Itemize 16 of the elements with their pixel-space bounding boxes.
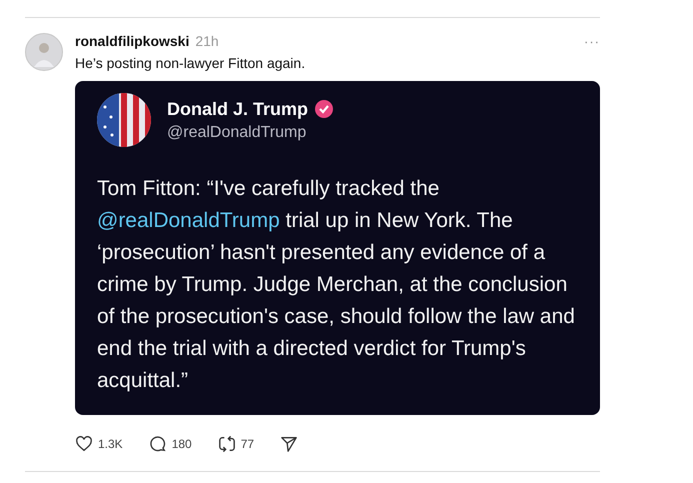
comment-icon[interactable] [148, 435, 167, 453]
username[interactable]: ronaldfilipkowski [75, 33, 190, 49]
author-name: Donald J. Trump [167, 98, 308, 120]
action-count: 1.3K [98, 437, 123, 451]
post-time: 21h [195, 33, 219, 49]
post-text: He’s posting non-lawyer Fitton again. [75, 55, 306, 71]
send-icon[interactable] [280, 435, 298, 453]
repost-icon[interactable] [218, 435, 236, 453]
heart-icon[interactable] [75, 435, 93, 453]
quote-text: Tom Fitton: “I've carefully tracked the @realDonaldTrump trial up in New York. The ‘prosecution’ hasn't presented any evidence of a crime by Trump. Judge Merchan, at the conclusion of the prosecution's case, should follow the law and end the trial with a directed verdict for Trump's acquittal.” [97, 176, 576, 394]
more-button[interactable]: ··· [584, 34, 600, 49]
author-handle: @realDonaldTrump [167, 124, 308, 142]
mention-link[interactable]: @realDonaldTrump [97, 209, 280, 232]
avatar [97, 93, 151, 147]
action-count: 180 [172, 437, 192, 451]
action-count: 77 [240, 437, 254, 451]
